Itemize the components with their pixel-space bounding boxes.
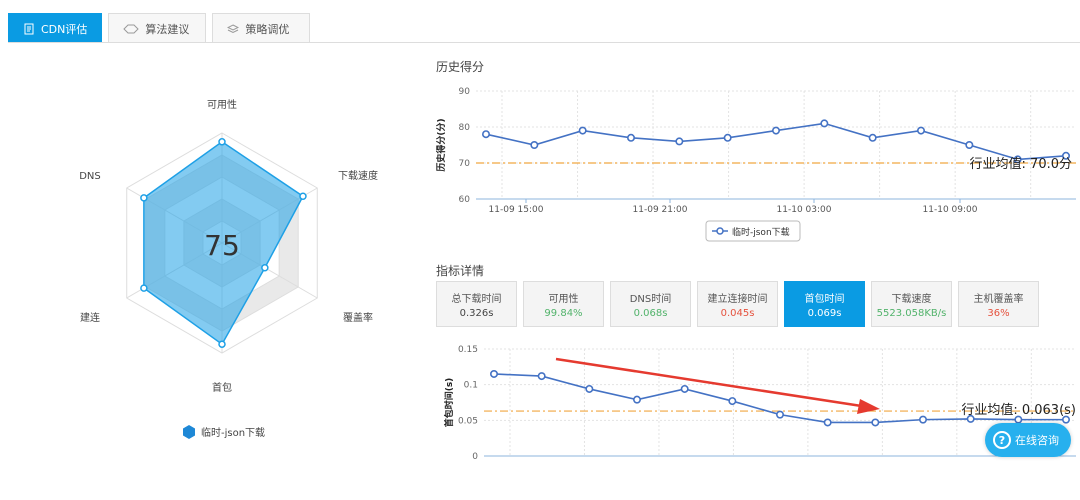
radar-axis-label: 覆盖率 (343, 311, 373, 324)
diamond-icon (123, 24, 140, 33)
x-tick-label: 11-10 09:00 (923, 205, 978, 215)
y-axis-label: 历史得分(分) (436, 118, 447, 171)
metric-card[interactable]: 建立连接时间 0.045s (697, 281, 778, 327)
metric-card[interactable]: 主机覆盖率 36% (958, 281, 1039, 327)
data-point (627, 133, 636, 142)
metric-card-value: 0.045s (720, 307, 755, 319)
metric-card-value: 0.069s (807, 307, 842, 319)
y-tick-label: 80 (459, 123, 471, 133)
online-consult-button[interactable]: ? 在线咨询 (985, 423, 1071, 457)
industry-average-label: 行业均值: 70.0分 (970, 156, 1072, 172)
data-point (481, 130, 490, 139)
tab-cdn-evaluation[interactable]: CDN评估 (8, 13, 103, 43)
y-tick-label: 0.1 (464, 381, 478, 391)
data-point (916, 126, 925, 135)
radar-axis-label: 可用性 (207, 98, 237, 111)
legend-marker-icon (716, 227, 724, 235)
tab-label: CDN评估 (41, 22, 88, 36)
data-point (771, 126, 780, 135)
metrics-title: 指标详情 (436, 264, 485, 278)
data-point (675, 137, 684, 146)
data-point (723, 133, 732, 142)
y-tick-label: 0.15 (458, 345, 478, 355)
metric-card[interactable]: 总下载时间 0.326s (436, 281, 517, 327)
industry-average-label: 行业均值: 0.063(s) (961, 402, 1076, 418)
metric-card[interactable]: 下载速度 5523.058KB/s (871, 281, 952, 327)
metric-cards: 总下载时间 0.326s 可用性 99.84% DNS时间 0.068s 建立连接时间 0.0… (436, 281, 1039, 327)
x-tick-label: 11-10 03:00 (777, 205, 832, 215)
radar-axis-label: 首包 (212, 381, 232, 394)
annotation-arrowhead (857, 399, 880, 414)
y-tick-label: 0.05 (458, 416, 478, 426)
radar-point (261, 264, 269, 272)
tab-divider (8, 42, 1080, 43)
tab-algorithm-advice[interactable]: 算法建议 (108, 13, 207, 43)
metric-card-value: 36% (987, 307, 1010, 319)
y-axis-label: 首包时间(s) (443, 378, 455, 428)
metric-card-label: 总下载时间 (451, 293, 502, 305)
tab-label: 算法建议 (145, 22, 190, 36)
annotation-arrow-line (555, 357, 869, 409)
data-point (775, 410, 784, 419)
history-title: 历史得分 (436, 60, 485, 74)
data-point (868, 133, 877, 142)
metric-card[interactable]: 可用性 99.84% (523, 281, 604, 327)
x-tick-label: 11-09 21:00 (633, 205, 688, 215)
radar-score: 75 (204, 229, 240, 262)
metric-card-label: DNS时间 (629, 293, 672, 305)
document-icon (24, 23, 34, 34)
question-icon: ? (993, 431, 1011, 449)
radar-point (218, 138, 226, 146)
y-tick-label: 70 (459, 159, 471, 169)
history-line-chart: 60 70 80 90 历史得分(分) 11-09 15:00 11-09 21:00 11-… (436, 87, 1076, 242)
data-point (530, 140, 539, 149)
metric-card-label: 建立连接时间 (707, 293, 768, 305)
tab-label: 策略调优 (245, 22, 290, 36)
data-point (918, 415, 927, 424)
metric-card-label: 下载速度 (891, 293, 932, 305)
data-point (537, 372, 546, 381)
radar-axis-label: 建连 (80, 311, 100, 324)
data-point (680, 384, 689, 393)
data-point (871, 418, 880, 427)
radar-axis-label: DNS (79, 171, 101, 182)
metric-card-value: 99.84% (544, 307, 583, 319)
radar-chart: 可用性下载速度覆盖率首包 建连 DNS 75 临时-json下载 (79, 98, 378, 439)
x-tick-label: 11-09 15:00 (489, 205, 544, 215)
radar-axis-label: 下载速度 (338, 169, 378, 182)
y-tick-label: 60 (459, 195, 471, 205)
legend-hexagon-icon (183, 425, 195, 439)
radar-point (218, 340, 226, 348)
metric-card-value: 5523.058KB/s (876, 307, 947, 319)
data-point (633, 395, 642, 404)
data-point (578, 126, 587, 135)
layers-icon (227, 23, 240, 33)
data-point (728, 397, 737, 406)
metric-card-label: 主机覆盖率 (973, 293, 1024, 305)
metric-card[interactable]: 首包时间 0.069s (784, 281, 865, 327)
radar-point (299, 192, 307, 200)
data-point (965, 140, 974, 149)
data-point (585, 384, 594, 393)
metric-card-label: 可用性 (548, 293, 579, 305)
data-point (820, 119, 829, 128)
data-point (489, 369, 498, 378)
radar-legend-label: 临时-json下载 (201, 426, 265, 439)
tab-strategy-tuning[interactable]: 策略调优 (212, 13, 311, 43)
metric-card-value: 0.068s (633, 307, 668, 319)
y-tick-label: 0 (472, 452, 478, 461)
metric-card-label: 首包时间 (804, 293, 845, 305)
tab-bar: CDN评估 算法建议 策略调优 (8, 13, 316, 43)
metric-card-value: 0.326s (459, 307, 494, 319)
first-byte-line-chart: 0 0.05 0.1 0.15 首包时间(s) 行业均值: 0.063(s) (443, 345, 1076, 461)
metric-card[interactable]: DNS时间 0.068s (610, 281, 691, 327)
history-legend-label: 临时-json下载 (732, 226, 790, 238)
online-consult-label: 在线咨询 (1015, 434, 1059, 447)
y-tick-label: 90 (459, 87, 471, 97)
data-point (823, 418, 832, 427)
radar-point (140, 284, 148, 292)
radar-point (140, 194, 148, 202)
